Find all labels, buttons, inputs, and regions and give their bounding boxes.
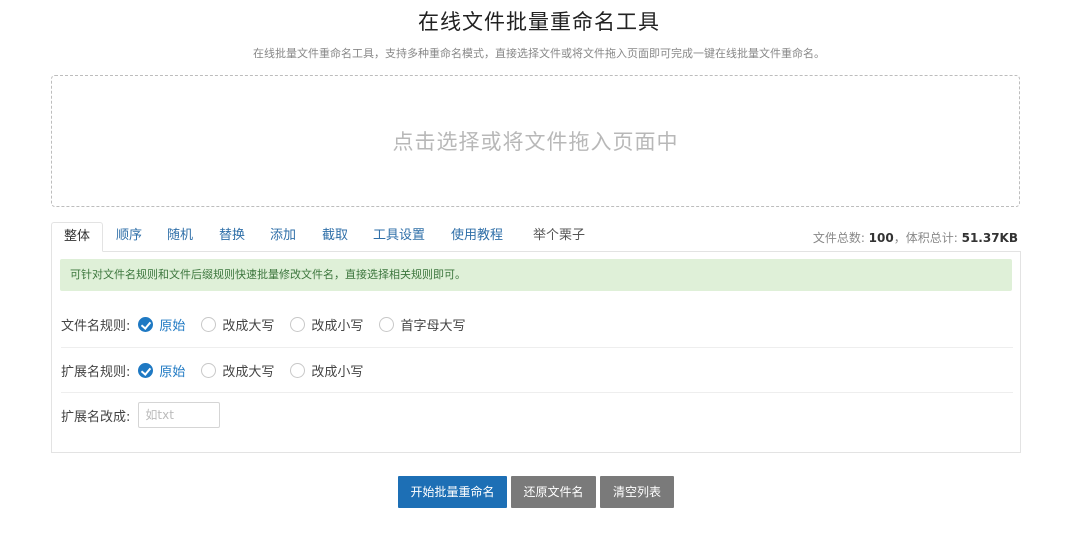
ext-change-input[interactable] — [138, 402, 221, 428]
ext-rule-label: 扩展名规则: — [61, 364, 131, 380]
ext-rule-original-radio[interactable]: 原始 — [138, 361, 185, 380]
start-rename-button[interactable]: 开始批量重命名 — [398, 476, 507, 508]
clear-list-button[interactable]: 清空列表 — [600, 476, 674, 508]
radio-unchecked-icon — [379, 316, 395, 332]
tab-bar: 整体 顺序 随机 替换 添加 截取 工具设置 使用教程 举个栗子 文件总数: 1… — [51, 222, 1021, 252]
file-size-value: 51.37KB — [961, 231, 1018, 245]
filename-rule-uppercase-radio[interactable]: 改成大写 — [201, 315, 274, 334]
radio-unchecked-icon — [290, 362, 306, 378]
filename-rule-original-radio[interactable]: 原始 — [138, 315, 185, 334]
radio-label: 首字母大写 — [400, 318, 466, 334]
radio-label: 改成小写 — [311, 318, 364, 334]
filename-rule-capitalize-radio[interactable]: 首字母大写 — [379, 315, 465, 334]
radio-checked-icon — [138, 362, 154, 378]
tab-replace[interactable]: 替换 — [207, 222, 257, 250]
radio-label: 原始 — [159, 364, 186, 380]
radio-label: 改成大写 — [222, 364, 275, 380]
tab-extract[interactable]: 截取 — [310, 222, 360, 250]
tab-random[interactable]: 随机 — [155, 222, 205, 250]
filename-rule-label: 文件名规则: — [61, 318, 131, 334]
file-size-label: ，体积总计: — [893, 231, 962, 245]
ext-change-label: 扩展名改成: — [61, 409, 131, 425]
radio-checked-icon — [138, 316, 154, 332]
radio-label: 改成小写 — [311, 364, 364, 380]
file-stats: 文件总数: 100，体积总计: 51.37KB — [813, 229, 1018, 246]
tab-tool-settings[interactable]: 工具设置 — [361, 222, 437, 250]
filename-rule-row: 文件名规则: 原始 改成大写 改成小写 首字母大写 — [61, 302, 1013, 346]
tab-sequence[interactable]: 顺序 — [104, 222, 154, 250]
tab-tutorial[interactable]: 使用教程 — [439, 222, 515, 250]
tab-add[interactable]: 添加 — [258, 222, 308, 250]
file-count-label: 文件总数: — [812, 231, 869, 245]
ext-change-row: 扩展名改成: — [61, 392, 1013, 437]
restore-filenames-button[interactable]: 还原文件名 — [511, 476, 596, 508]
notice-banner: 可针对文件名规则和文件后缀规则快速批量修改文件名，直接选择相关规则即可。 — [60, 259, 1012, 291]
file-dropzone[interactable]: 点击选择或将文件拖入页面中 — [51, 75, 1020, 207]
dropzone-text: 点击选择或将文件拖入页面中 — [392, 130, 679, 154]
settings-panel: 可针对文件名规则和文件后缀规则快速批量修改文件名，直接选择相关规则即可。 文件名… — [51, 251, 1021, 453]
ext-rule-row: 扩展名规则: 原始 改成大写 改成小写 — [61, 347, 1013, 392]
radio-unchecked-icon — [290, 316, 306, 332]
ext-rule-lowercase-radio[interactable]: 改成小写 — [290, 361, 363, 380]
radio-unchecked-icon — [201, 362, 217, 378]
radio-label: 原始 — [159, 318, 186, 334]
ext-rule-uppercase-radio[interactable]: 改成大写 — [201, 361, 274, 380]
page-title: 在线文件批量重命名工具 — [418, 10, 660, 34]
radio-unchecked-icon — [201, 316, 217, 332]
radio-label: 改成大写 — [222, 318, 275, 334]
tab-example[interactable]: 举个栗子 — [521, 222, 597, 250]
page-subtitle: 在线批量文件重命名工具，支持多种重命名模式，直接选择文件或将文件拖入页面即可完成… — [253, 47, 825, 60]
file-count-value: 100 — [868, 231, 894, 245]
tab-overall[interactable]: 整体 — [51, 222, 104, 252]
filename-rule-lowercase-radio[interactable]: 改成小写 — [290, 315, 363, 334]
